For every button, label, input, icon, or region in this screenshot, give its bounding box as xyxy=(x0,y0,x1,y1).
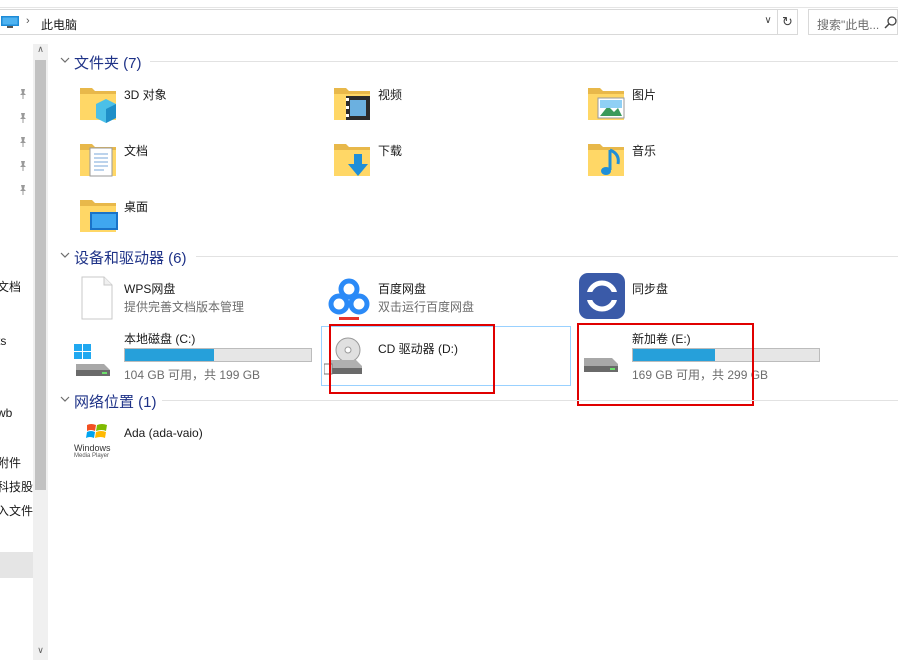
item-label: Ada (ada-vaio) xyxy=(124,426,203,440)
address-history-dropdown[interactable]: ∨ xyxy=(761,15,775,29)
group-header-folders[interactable]: 文件夹 (7) xyxy=(60,52,890,72)
nav-scroll-down-button[interactable]: ∨ xyxy=(33,645,48,659)
wmp-logo-subtext: Media Player xyxy=(74,453,110,459)
sync-disk-icon xyxy=(579,273,625,319)
nav-selected-item-highlight xyxy=(0,552,33,578)
item-label: 同步盘 xyxy=(632,282,669,296)
title-strip xyxy=(0,0,898,8)
item-label: WPS网盘 xyxy=(124,282,176,296)
nav-item-ts[interactable]: ts xyxy=(0,334,33,348)
highlight-box-cd-drive xyxy=(329,324,495,394)
drive-usage-fill xyxy=(125,349,215,361)
group-divider xyxy=(150,61,898,62)
item-label: 下载 xyxy=(378,144,403,158)
group-divider xyxy=(162,400,898,401)
group-title: 文件夹 (7) xyxy=(74,55,142,72)
search-placeholder: 搜索"此电... xyxy=(817,18,880,32)
item-label: 3D 对象 xyxy=(124,88,167,102)
folder-music[interactable]: 音乐 xyxy=(586,138,786,188)
device-drive-c[interactable]: 本地磁盘 (C:) 104 GB 可用，共 199 GB xyxy=(74,330,318,382)
windows-media-player-icon: Windows Media Player xyxy=(74,422,116,462)
desktop-folder-icon xyxy=(80,200,118,232)
nav-item-wb[interactable]: wb xyxy=(0,406,33,420)
pin-icon[interactable] xyxy=(17,88,29,100)
item-label: 百度网盘 xyxy=(378,282,427,296)
group-header-devices[interactable]: 设备和驱动器 (6) xyxy=(60,247,890,267)
documents-folder-icon xyxy=(80,144,116,177)
3d-objects-folder-icon xyxy=(80,88,116,123)
windows-logo-icon xyxy=(86,424,107,438)
group-title: 网络位置 (1) xyxy=(74,394,157,411)
pictures-folder-icon xyxy=(588,88,625,120)
pin-icon[interactable] xyxy=(17,136,29,148)
chevron-down-icon[interactable] xyxy=(60,394,70,404)
pin-icon[interactable] xyxy=(17,160,29,172)
item-label: 本地磁盘 (C:) xyxy=(124,332,196,346)
drive-usage-bar xyxy=(124,348,312,362)
folder-pictures[interactable]: 图片 xyxy=(586,82,786,132)
downloads-folder-icon xyxy=(334,144,370,176)
folder-videos[interactable]: 视频 xyxy=(332,82,532,132)
folder-documents[interactable]: 文档 xyxy=(78,138,278,188)
chevron-down-icon[interactable] xyxy=(60,55,70,65)
group-title: 设备和驱动器 (6) xyxy=(74,250,187,267)
nav-item-import-files[interactable]: 入文件 xyxy=(0,502,33,519)
pin-icon[interactable] xyxy=(17,184,29,196)
this-pc-icon xyxy=(1,16,19,28)
item-label: 视频 xyxy=(378,88,403,102)
chevron-down-icon[interactable] xyxy=(60,250,70,260)
breadcrumb-this-pc[interactable]: 此电脑 xyxy=(41,16,77,33)
pin-icon[interactable] xyxy=(17,112,29,124)
windows-drive-icon xyxy=(74,344,110,376)
baidu-netdisk-icon xyxy=(328,278,370,320)
nav-item-tech-co[interactable]: 科技股份 xyxy=(0,478,33,495)
wps-cloud-icon xyxy=(81,276,113,320)
device-wps-cloud[interactable]: WPS网盘 提供完善文档版本管理 xyxy=(78,276,308,326)
videos-folder-icon xyxy=(334,88,370,120)
item-label: 图片 xyxy=(632,88,657,102)
group-header-network[interactable]: 网络位置 (1) xyxy=(60,391,890,411)
device-baidu-netdisk[interactable]: 百度网盘 双击运行百度网盘 xyxy=(328,276,562,326)
item-label: 文档 xyxy=(124,144,149,158)
group-divider xyxy=(196,256,898,257)
item-label: 音乐 xyxy=(632,144,657,158)
folder-3d-objects[interactable]: 3D 对象 xyxy=(78,82,278,132)
search-icon[interactable] xyxy=(884,15,898,29)
refresh-button[interactable]: ↻ xyxy=(778,9,798,35)
item-description: 双击运行百度网盘 xyxy=(378,300,475,314)
item-label: 桌面 xyxy=(124,200,149,214)
nav-item-attachments[interactable]: 附件 xyxy=(0,454,33,471)
network-location-ada-vaio[interactable]: Windows Media Player Ada (ada-vaio) xyxy=(74,422,278,472)
folder-desktop[interactable]: 桌面 xyxy=(78,194,278,244)
nav-item-documents[interactable]: 文档 xyxy=(0,278,33,295)
breadcrumb-separator[interactable]: › xyxy=(26,15,30,27)
folder-downloads[interactable]: 下载 xyxy=(332,138,532,188)
item-description: 提供完善文档版本管理 xyxy=(124,300,245,314)
music-folder-icon xyxy=(588,144,624,176)
nav-scrollbar-thumb[interactable] xyxy=(35,60,46,490)
search-box[interactable]: 搜索"此电... xyxy=(808,9,898,35)
wmp-logo-text: Windows xyxy=(74,443,111,453)
nav-scroll-up-button[interactable]: ∧ xyxy=(33,44,48,58)
device-sync-disk[interactable]: 同步盘 xyxy=(579,273,816,326)
drive-space-text: 104 GB 可用，共 199 GB xyxy=(124,368,261,382)
address-bar[interactable]: › 此电脑 ∨ xyxy=(0,9,778,35)
